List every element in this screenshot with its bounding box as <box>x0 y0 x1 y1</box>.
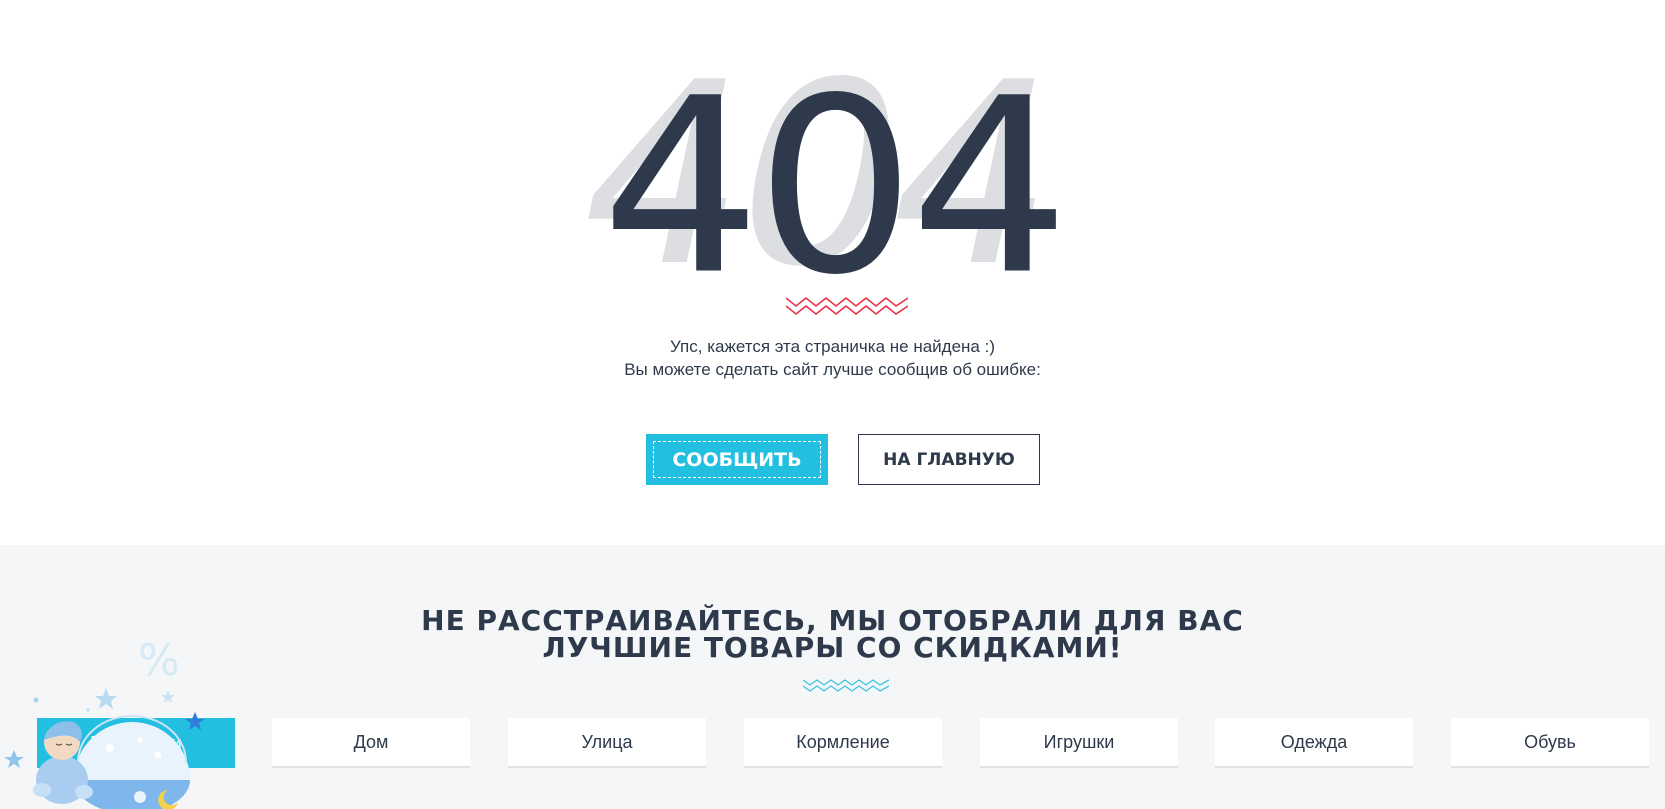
category-tab-street[interactable]: Улица <box>508 718 706 768</box>
promo-section: НЕ РАССТРАИВАЙТЕСЬ, МЫ ОТОБРАЛИ ДЛЯ ВАС … <box>0 545 1665 809</box>
category-tab-toys[interactable]: Игрушки <box>980 718 1178 768</box>
zigzag-red-icon <box>786 296 908 316</box>
category-tab-all-discounts[interactable]: Все скидки <box>37 718 235 768</box>
home-button[interactable]: НА ГЛАВНУЮ <box>858 434 1040 485</box>
error-code-text: 404 <box>601 46 1070 329</box>
error-code: 404 404 <box>0 29 1665 322</box>
zigzag-blue-icon <box>803 679 889 692</box>
error-section: 404 404 Упс, кажется эта страничка не на… <box>0 0 1665 545</box>
promo-title-line2: ЛУЧШИЕ ТОВАРЫ СО СКИДКАМИ! <box>542 631 1123 664</box>
promo-title-line1: НЕ РАССТРАИВАЙТЕСЬ, МЫ ОТОБРАЛИ ДЛЯ ВАС <box>421 604 1244 637</box>
category-tab-feeding[interactable]: Кормление <box>744 718 942 768</box>
category-tab-clothes[interactable]: Одежда <box>1215 718 1413 768</box>
report-button-label: СООБЩИТЬ <box>653 441 821 478</box>
report-button[interactable]: СООБЩИТЬ <box>646 434 828 485</box>
error-message-line1: Упс, кажется эта страничка не найдена :) <box>670 337 995 356</box>
category-tab-shoes[interactable]: Обувь <box>1451 718 1649 768</box>
category-tab-home[interactable]: Дом <box>272 718 470 768</box>
error-message-line2: Вы можете сделать сайт лучше сообщив об … <box>624 360 1041 379</box>
